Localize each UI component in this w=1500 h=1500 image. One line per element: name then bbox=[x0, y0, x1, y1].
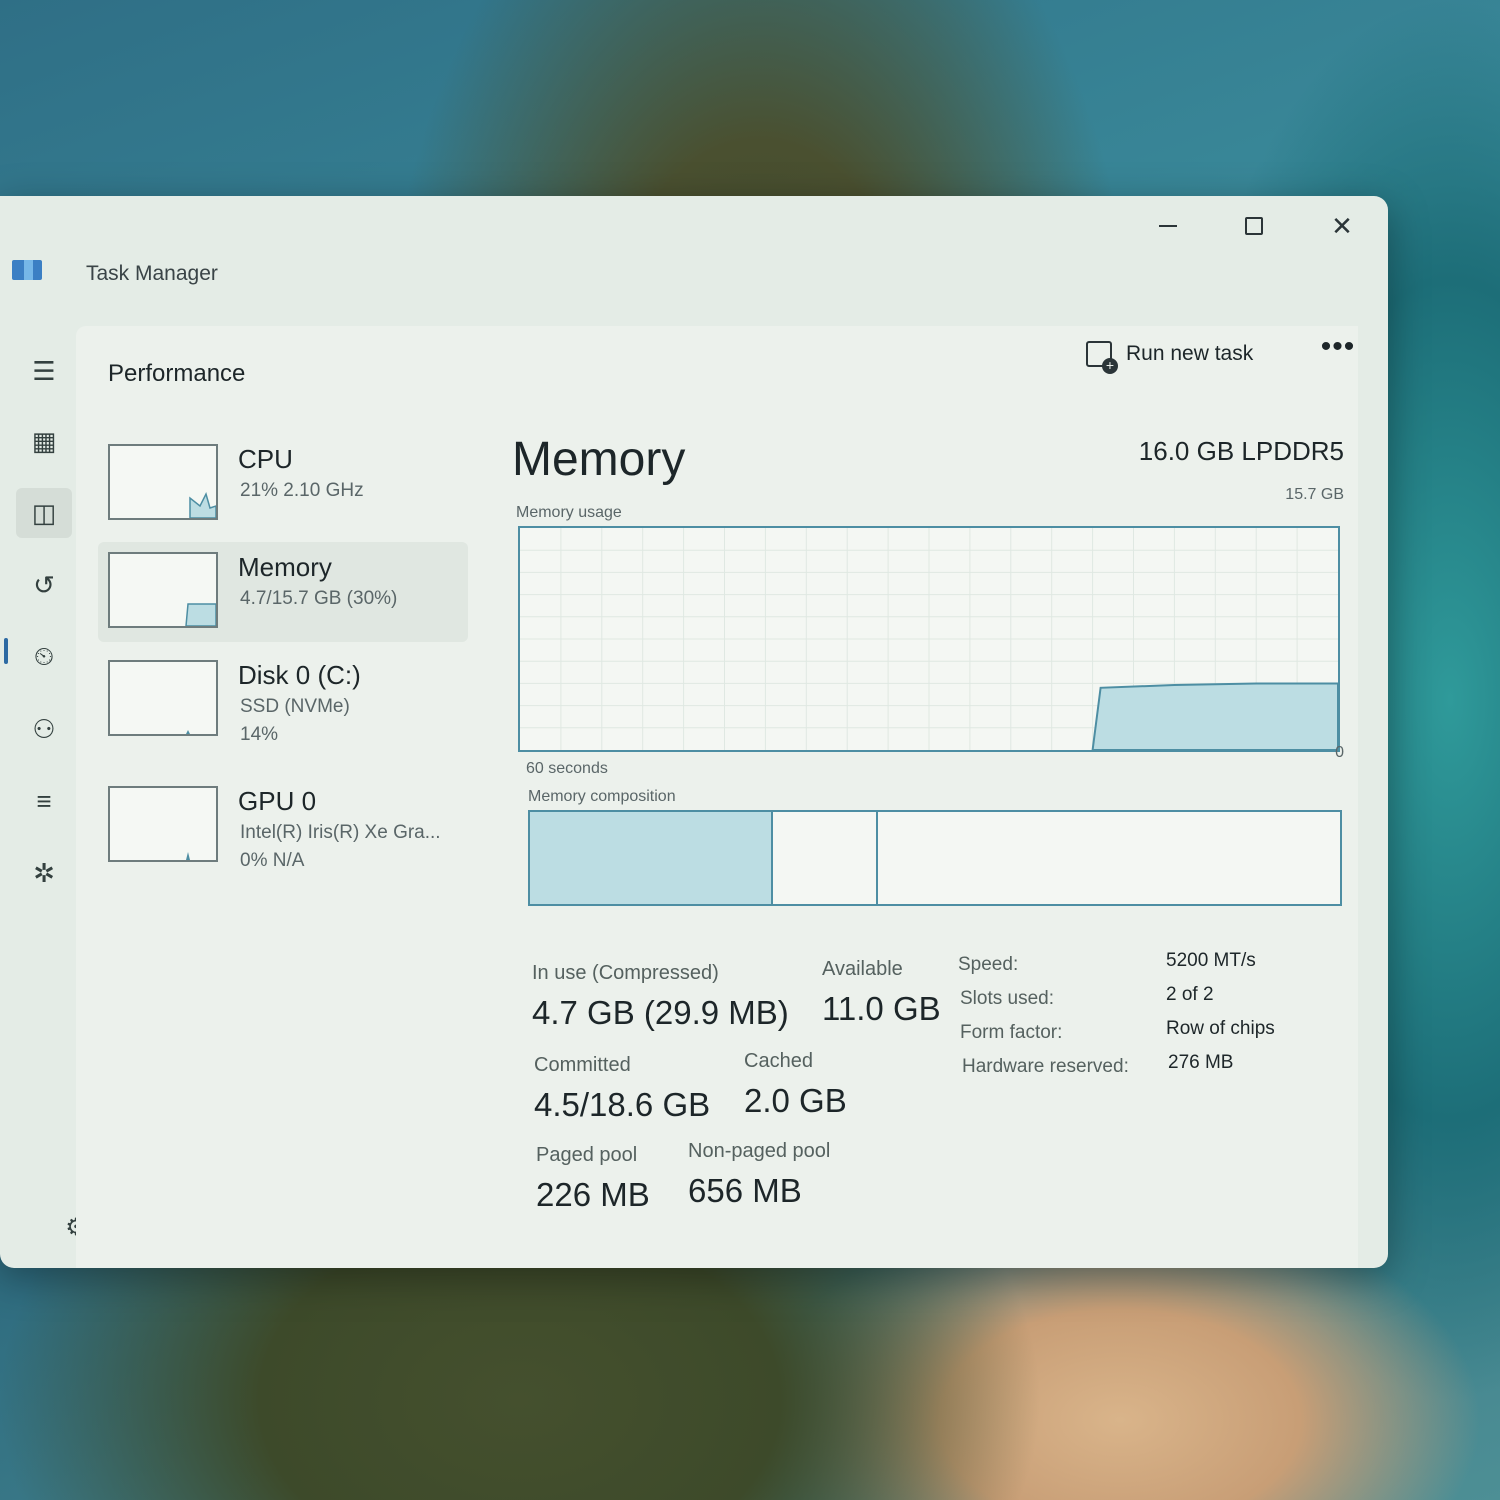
committed-label: Committed bbox=[534, 1054, 631, 1076]
composition-standby bbox=[773, 812, 879, 904]
device-memory[interactable]: Memory 4.7/15.7 GB (30%) bbox=[98, 542, 468, 642]
device-name: Disk 0 (C:) bbox=[238, 660, 361, 690]
form-factor-label: Form factor: bbox=[960, 1022, 1063, 1043]
page-title: Performance bbox=[108, 360, 246, 387]
gpu-thumbnail-graph bbox=[108, 786, 218, 862]
processes-icon: ▦ bbox=[31, 425, 57, 456]
cached-value: 2.0 GB bbox=[744, 1082, 847, 1119]
hamburger-menu-icon: ☰ bbox=[32, 355, 56, 386]
run-new-task-button[interactable]: Run new task bbox=[1086, 332, 1253, 376]
close-icon: ✕ bbox=[1331, 210, 1353, 241]
usage-area bbox=[1091, 682, 1339, 751]
window-title: Task Manager bbox=[86, 262, 218, 285]
hardware-reserved-value: 276 MB bbox=[1168, 1052, 1234, 1073]
speed-label: Speed: bbox=[958, 954, 1019, 975]
maximize-button[interactable] bbox=[1226, 206, 1282, 246]
cached-label: Cached bbox=[744, 1050, 813, 1072]
non-paged-pool-label: Non-paged pool bbox=[688, 1140, 831, 1162]
hardware-reserved-label: Hardware reserved: bbox=[962, 1056, 1129, 1077]
minimize-icon bbox=[1159, 225, 1177, 227]
device-cpu[interactable]: CPU 21% 2.10 GHz bbox=[98, 434, 468, 534]
app-history-icon: ↺ bbox=[33, 569, 55, 600]
disk-mini-chart bbox=[186, 730, 190, 734]
close-button[interactable]: ✕ bbox=[1314, 206, 1370, 246]
nav-details[interactable]: ≡ bbox=[16, 776, 72, 826]
device-disk[interactable]: Disk 0 (C:) SSD (NVMe) 14% bbox=[98, 650, 468, 750]
nav-app-history[interactable]: ↺ bbox=[16, 560, 72, 610]
form-factor-value: Row of chips bbox=[1166, 1018, 1275, 1039]
memory-composition-bar bbox=[528, 810, 1342, 906]
cpu-thumbnail-graph bbox=[108, 444, 218, 520]
nav-processes[interactable]: ▦ bbox=[16, 416, 72, 466]
memory-max-label: 15.7 GB bbox=[1285, 486, 1344, 503]
device-gpu[interactable]: GPU 0 Intel(R) Iris(R) Xe Gra... 0% N/A bbox=[98, 776, 468, 876]
services-icon: ✲ bbox=[33, 857, 55, 888]
more-options-button[interactable]: ••• bbox=[1316, 332, 1360, 376]
composition-in-use bbox=[530, 812, 773, 904]
memory-usage-chart bbox=[520, 528, 1339, 751]
graph-zero-label: 0 bbox=[1335, 744, 1344, 761]
time-span-label: 60 seconds bbox=[526, 760, 608, 777]
device-detail: SSD (NVMe) bbox=[240, 696, 350, 717]
device-detail: Intel(R) Iris(R) Xe Gra... bbox=[240, 822, 441, 843]
non-paged-pool-value: 656 MB bbox=[688, 1172, 802, 1209]
slots-value: 2 of 2 bbox=[1166, 984, 1214, 1005]
slots-label: Slots used: bbox=[960, 988, 1054, 1009]
device-usage: 0% N/A bbox=[240, 850, 305, 871]
memory-thumbnail-graph bbox=[108, 552, 218, 628]
startup-apps-icon: ⏲ bbox=[33, 641, 55, 671]
run-new-task-label: Run new task bbox=[1126, 342, 1254, 365]
details-icon: ≡ bbox=[36, 785, 52, 816]
committed-value: 4.5/18.6 GB bbox=[534, 1086, 711, 1123]
device-detail: 21% 2.10 GHz bbox=[240, 480, 364, 501]
speed-value: 5200 MT/s bbox=[1166, 950, 1256, 971]
title-bar: Task Manager ✕ bbox=[0, 196, 1388, 306]
memory-usage-label: Memory usage bbox=[516, 504, 622, 521]
maximize-icon bbox=[1245, 217, 1263, 235]
device-usage: 14% bbox=[240, 724, 279, 745]
memory-usage-graph bbox=[518, 526, 1340, 752]
available-value: 11.0 GB bbox=[822, 990, 941, 1027]
performance-panel: Performance Run new task ••• CPU 21% 2.1… bbox=[76, 326, 1358, 1268]
nav-active-indicator bbox=[4, 638, 8, 664]
device-name: Memory bbox=[238, 552, 332, 582]
paged-pool-value: 226 MB bbox=[536, 1176, 650, 1213]
in-use-label: In use (Compressed) bbox=[532, 962, 719, 984]
gpu-mini-chart bbox=[186, 852, 190, 860]
users-icon: ⚇ bbox=[32, 713, 56, 744]
device-detail: 4.7/15.7 GB (30%) bbox=[240, 588, 398, 609]
memory-mini-chart bbox=[185, 603, 216, 626]
paged-pool-label: Paged pool bbox=[536, 1144, 638, 1166]
nav-startup-apps[interactable]: ⏲ bbox=[16, 632, 72, 682]
memory-type: 16.0 GB LPDDR5 bbox=[1138, 436, 1344, 466]
run-task-icon bbox=[1086, 341, 1118, 374]
available-label: Available bbox=[822, 958, 903, 980]
device-name: GPU 0 bbox=[238, 786, 317, 816]
task-manager-app-icon bbox=[12, 260, 42, 280]
minimize-button[interactable] bbox=[1140, 206, 1196, 246]
composition-free bbox=[878, 812, 1340, 904]
device-name: CPU bbox=[238, 444, 293, 474]
nav-users[interactable]: ⚇ bbox=[16, 704, 72, 754]
nav-performance[interactable]: ◫ bbox=[16, 488, 72, 538]
performance-icon: ◫ bbox=[31, 497, 57, 528]
nav-services[interactable]: ✲ bbox=[16, 848, 72, 898]
nav-hamburger-button[interactable]: ☰ bbox=[16, 346, 72, 396]
in-use-value: 4.7 GB (29.9 MB) bbox=[532, 994, 789, 1031]
cpu-mini-chart bbox=[189, 491, 216, 518]
memory-title: Memory bbox=[512, 433, 686, 486]
task-manager-window: Task Manager ✕ ☰ ▦ ◫ ↺ ⏲ ⚇ ≡ ✲ ⚙ Perform… bbox=[0, 196, 1388, 1268]
memory-composition-label: Memory composition bbox=[528, 788, 676, 805]
disk-thumbnail-graph bbox=[108, 660, 218, 736]
